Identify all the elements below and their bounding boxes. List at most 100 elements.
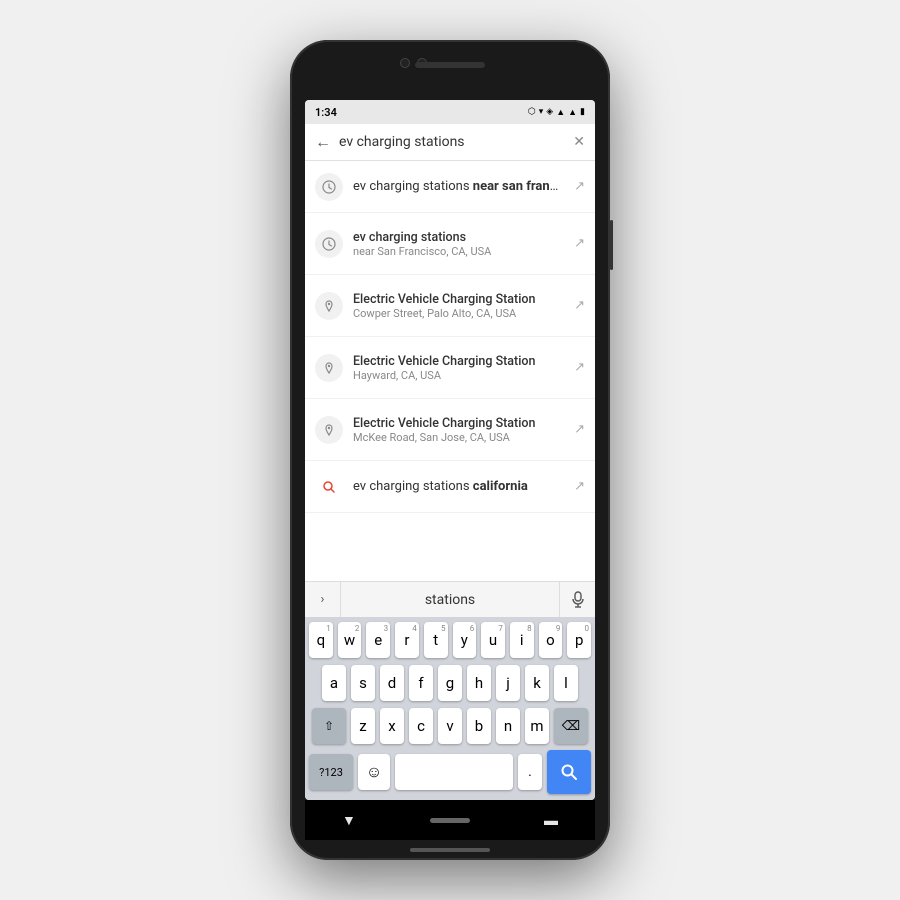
clear-button[interactable]: ✕: [573, 134, 585, 150]
keyboard-bottom-row: ?123 ☺ .: [305, 746, 595, 800]
key-f[interactable]: f: [409, 665, 433, 701]
battery-icon: ▮: [580, 107, 585, 117]
search-red-icon-6: [315, 473, 343, 501]
key-z[interactable]: z: [351, 708, 375, 744]
back-nav-button[interactable]: ▼: [342, 812, 356, 829]
suggestion-item-3[interactable]: Electric Vehicle Charging Station Cowper…: [305, 275, 595, 337]
key-a[interactable]: a: [322, 665, 346, 701]
suggestion-text-5: Electric Vehicle Charging Station McKee …: [353, 416, 564, 444]
suggestion-text-6: ev charging stations california: [353, 479, 564, 494]
phone-screen: 1:34 ⬡ ▾ ◈ ▲ ▲ ▮ ← ev charging stations …: [305, 100, 595, 800]
key-e[interactable]: 3e: [366, 622, 390, 658]
suggestion-arrow-2: ↗: [574, 236, 585, 251]
camera-dot: [400, 58, 410, 68]
clock-icon-2: [322, 237, 336, 251]
signal-icon: ▲: [556, 107, 565, 118]
suggestion-item-1[interactable]: ev charging stations near san franc... ↗: [305, 161, 595, 213]
key-b[interactable]: b: [467, 708, 491, 744]
home-bar-area: [290, 840, 610, 856]
suggestion-sub-4: Hayward, CA, USA: [353, 369, 564, 382]
status-bar: 1:34 ⬡ ▾ ◈ ▲ ▲ ▮: [305, 100, 595, 124]
suggestion-text-3: Electric Vehicle Charging Station Cowper…: [353, 292, 564, 320]
search-button-icon: [560, 763, 578, 781]
suggestion-arrow-1: ↗: [574, 179, 585, 194]
suggestion-main-5: Electric Vehicle Charging Station: [353, 416, 564, 431]
suggestion-item-5[interactable]: Electric Vehicle Charging Station McKee …: [305, 399, 595, 461]
suggestions-list: ev charging stations near san franc... ↗…: [305, 161, 595, 581]
key-s[interactable]: s: [351, 665, 375, 701]
suggested-word[interactable]: stations: [341, 592, 559, 608]
location-pin-icon-3: [322, 299, 336, 313]
key-m[interactable]: m: [525, 708, 549, 744]
pin-icon-4: [315, 354, 343, 382]
history-icon-1: [315, 173, 343, 201]
bottom-nav: ▼ ▬: [305, 800, 595, 840]
key-d[interactable]: d: [380, 665, 404, 701]
key-q[interactable]: 1q: [309, 622, 333, 658]
backspace-key[interactable]: ⌫: [554, 708, 588, 744]
suggestion-main-2: ev charging stations: [353, 230, 564, 245]
suggestion-main-4: Electric Vehicle Charging Station: [353, 354, 564, 369]
back-button[interactable]: ←: [315, 132, 331, 152]
location-pin-icon-4: [322, 361, 336, 375]
status-time: 1:34: [315, 106, 337, 119]
suggestion-arrow-3: ↗: [574, 298, 585, 313]
space-key[interactable]: [395, 754, 513, 790]
key-i[interactable]: 8i: [510, 622, 534, 658]
keyboard-row-3: ⇧ z x c v b n m ⌫: [305, 703, 595, 746]
key-h[interactable]: h: [467, 665, 491, 701]
keyboard-suggestion-bar: › stations: [305, 581, 595, 617]
status-icons: ⬡ ▾ ◈ ▲ ▲ ▮: [528, 107, 585, 118]
suggestion-sub-3: Cowper Street, Palo Alto, CA, USA: [353, 307, 564, 320]
suggestion-sub-2: near San Francisco, CA, USA: [353, 245, 564, 258]
expand-suggestions-button[interactable]: ›: [305, 582, 341, 618]
emoji-key[interactable]: ☺: [358, 754, 390, 790]
suggestion-main-1: ev charging stations near san franc...: [353, 179, 564, 194]
keyboard-row-2: a s d f g h j k l: [305, 660, 595, 703]
key-o[interactable]: 9o: [539, 622, 563, 658]
microphone-icon: [571, 591, 585, 609]
search-key[interactable]: [547, 750, 591, 794]
nav-icon: ⬡: [528, 107, 536, 117]
signal2-icon: ▲: [568, 107, 577, 118]
keyboard: 1q 2w 3e 4r 5t 6y 7u 8i 9o 0p a s d f g …: [305, 617, 595, 800]
suggestion-arrow-5: ↗: [574, 422, 585, 437]
suggestion-item-6[interactable]: ev charging stations california ↗: [305, 461, 595, 513]
clock-icon-1: [322, 180, 336, 194]
key-v[interactable]: v: [438, 708, 462, 744]
symbols-key[interactable]: ?123: [309, 754, 353, 790]
period-key[interactable]: .: [518, 754, 542, 790]
suggestion-arrow-6: ↗: [574, 479, 585, 494]
mic-button[interactable]: [559, 582, 595, 618]
key-k[interactable]: k: [525, 665, 549, 701]
wifi-icon: ▾: [539, 107, 544, 117]
key-x[interactable]: x: [380, 708, 404, 744]
home-bar-pill: [410, 848, 490, 852]
key-t[interactable]: 5t: [424, 622, 448, 658]
key-l[interactable]: l: [554, 665, 578, 701]
suggestion-item-2[interactable]: ev charging stations near San Francisco,…: [305, 213, 595, 275]
key-g[interactable]: g: [438, 665, 462, 701]
key-r[interactable]: 4r: [395, 622, 419, 658]
location-icon: ◈: [546, 107, 553, 117]
suggestion-main-3: Electric Vehicle Charging Station: [353, 292, 564, 307]
key-u[interactable]: 7u: [481, 622, 505, 658]
suggestion-text-2: ev charging stations near San Francisco,…: [353, 230, 564, 258]
key-n[interactable]: n: [496, 708, 520, 744]
key-j[interactable]: j: [496, 665, 520, 701]
search-input[interactable]: ev charging stations: [339, 134, 565, 150]
key-y[interactable]: 6y: [453, 622, 477, 658]
home-nav-button[interactable]: [430, 818, 470, 823]
keyboard-row-1: 1q 2w 3e 4r 5t 6y 7u 8i 9o 0p: [305, 617, 595, 660]
key-c[interactable]: c: [409, 708, 433, 744]
suggestion-sub-5: McKee Road, San Jose, CA, USA: [353, 431, 564, 444]
recents-nav-button[interactable]: ▬: [544, 812, 558, 829]
key-w[interactable]: 2w: [338, 622, 362, 658]
shift-key[interactable]: ⇧: [312, 708, 346, 744]
suggestion-text-4: Electric Vehicle Charging Station Haywar…: [353, 354, 564, 382]
pin-icon-3: [315, 292, 343, 320]
search-bar: ← ev charging stations ✕: [305, 124, 595, 161]
key-p[interactable]: 0p: [567, 622, 591, 658]
suggestion-item-4[interactable]: Electric Vehicle Charging Station Haywar…: [305, 337, 595, 399]
power-button: [610, 220, 613, 270]
